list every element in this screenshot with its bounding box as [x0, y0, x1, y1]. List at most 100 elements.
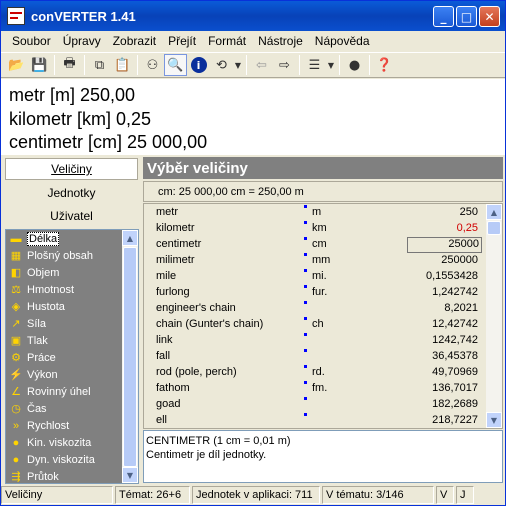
- toolbar-separator: [246, 55, 247, 75]
- category-item[interactable]: ◈ Hustota: [6, 298, 138, 315]
- glasses-icon[interactable]: ⚇: [141, 54, 164, 76]
- back-arrow-icon[interactable]: ⇦: [250, 54, 273, 76]
- unit-row[interactable]: kilometr km 0,25: [144, 221, 502, 237]
- category-item[interactable]: ◧ Objem: [6, 264, 138, 281]
- tab-uzivatel[interactable]: Uživatel: [5, 205, 138, 227]
- unit-row[interactable]: chain (Gunter's chain) ch 12,42742: [144, 317, 502, 333]
- category-item[interactable]: ⚖ Hmotnost: [6, 281, 138, 298]
- paste-icon[interactable]: 📋: [111, 54, 134, 76]
- unit-description: CENTIMETR (1 cm = 0,01 m) Centimetr je d…: [143, 430, 503, 483]
- category-item[interactable]: ◷ Čas: [6, 400, 138, 417]
- units-table[interactable]: metr m 250 kilometr km 0,25 centimetr cm 25000 mi…: [143, 203, 503, 429]
- title-bar[interactable]: conVERTER 1.41 _ □ ✕: [1, 1, 505, 31]
- refresh-icon[interactable]: ⟲: [210, 54, 233, 76]
- scroll-down-icon[interactable]: ▼: [122, 467, 138, 483]
- scroll-up-icon[interactable]: ▲: [486, 204, 502, 220]
- category-scrollbar[interactable]: ▲ ▼: [122, 230, 138, 483]
- unit-row[interactable]: metr m 250: [144, 205, 502, 221]
- window-title: conVERTER 1.41: [31, 8, 136, 24]
- close-button[interactable]: ✕: [479, 6, 500, 27]
- force-icon: ↗: [11, 318, 21, 330]
- menu-upravy[interactable]: Úpravy: [58, 34, 106, 48]
- angle-icon: ∠: [11, 386, 21, 398]
- units-scrollbar[interactable]: ▲ ▼: [486, 204, 502, 428]
- unit-row[interactable]: furlong fur. 1,242742: [144, 285, 502, 301]
- unit-row[interactable]: link 1242,742: [144, 333, 502, 349]
- category-list[interactable]: ▬ Délka ▦ Plošný obsah ◧ Objem ⚖ Hmotnost ◈ Husto…: [5, 229, 139, 484]
- scroll-thumb[interactable]: [123, 247, 137, 467]
- unit-name: fathom: [156, 382, 190, 394]
- menu-format[interactable]: Formát: [203, 34, 251, 48]
- unit-abbreviation: fm.: [312, 382, 328, 394]
- category-item[interactable]: ● Kin. viskozita: [6, 434, 138, 451]
- category-label: Výkon: [27, 368, 58, 381]
- maximize-button[interactable]: □: [456, 6, 477, 27]
- category-item[interactable]: ∠ Rovinný úhel: [6, 383, 138, 400]
- unit-value: 36,45378: [432, 350, 478, 362]
- toolbar-separator: [299, 55, 300, 75]
- unit-row[interactable]: engineer's chain 8,2021: [144, 301, 502, 317]
- zoom-icon[interactable]: 🔍: [164, 54, 187, 76]
- category-label: Plošný obsah: [27, 249, 94, 262]
- unit-row[interactable]: fathom fm. 136,7017: [144, 381, 502, 397]
- status-position: V tématu: 3/146: [322, 486, 434, 504]
- menu-prejit[interactable]: Přejít: [163, 34, 201, 48]
- density-icon: ◈: [11, 301, 21, 313]
- category-item[interactable]: ● Dyn. viskozita: [6, 451, 138, 468]
- tab-jednotky[interactable]: Jednotky: [5, 182, 138, 204]
- status-bar: Veličiny Témat: 26+6 Jednotek v aplikaci…: [1, 485, 505, 505]
- unit-name: ell: [156, 414, 168, 426]
- result-display: metr [m] 250,00 kilometr [km] 0,25 centi…: [1, 79, 505, 155]
- category-item[interactable]: ⚙ Práce: [6, 349, 138, 366]
- category-item[interactable]: ▣ Tlak: [6, 332, 138, 349]
- unit-row[interactable]: mile mi. 0,1553428: [144, 269, 502, 285]
- unit-marker: [304, 285, 307, 288]
- open-folder-icon[interactable]: 📂: [5, 54, 28, 76]
- unit-row[interactable]: milimetr mm 250000: [144, 253, 502, 269]
- speed-icon: »: [12, 419, 20, 432]
- category-item[interactable]: ⇶ Průtok: [6, 468, 138, 484]
- weight-icon: ⚖: [11, 284, 21, 296]
- category-item[interactable]: ▬ Délka: [6, 230, 138, 247]
- copy-icon[interactable]: ⧉: [88, 54, 111, 76]
- category-item[interactable]: » Rychlost: [6, 417, 138, 434]
- category-label: Délka: [27, 231, 60, 246]
- record-icon[interactable]: ●: [343, 54, 366, 76]
- scroll-down-icon[interactable]: ▼: [486, 412, 502, 428]
- conversion-formula: cm: 25 000,00 cm = 250,00 m: [143, 181, 503, 202]
- unit-row[interactable]: centimetr cm 25000: [144, 237, 502, 253]
- menu-soubor[interactable]: Soubor: [7, 34, 56, 48]
- unit-value: 136,7017: [432, 382, 478, 394]
- forward-arrow-icon[interactable]: ⇨: [273, 54, 296, 76]
- category-item[interactable]: ⚡ Výkon: [6, 366, 138, 383]
- dropdown-arrow-icon[interactable]: ▼: [233, 54, 243, 76]
- category-item[interactable]: ↗ Síla: [6, 315, 138, 332]
- tab-veliciny[interactable]: Veličiny: [5, 158, 138, 180]
- menu-nastroje[interactable]: Nástroje: [253, 34, 308, 48]
- menu-napoveda[interactable]: Nápověda: [310, 34, 375, 48]
- unit-marker: [304, 221, 307, 224]
- list-view-icon[interactable]: ☰: [303, 54, 326, 76]
- unit-abbreviation: mi.: [312, 270, 327, 282]
- info-icon[interactable]: i: [187, 54, 210, 76]
- power-icon: ⚡: [9, 369, 23, 381]
- category-label: Průtok: [27, 470, 59, 483]
- save-icon[interactable]: 💾: [28, 54, 51, 76]
- menu-zobrazit[interactable]: Zobrazit: [108, 34, 161, 48]
- print-icon[interactable]: 🖶: [58, 54, 81, 76]
- unit-row[interactable]: fall 36,45378: [144, 349, 502, 365]
- category-item[interactable]: ▦ Plošný obsah: [6, 247, 138, 264]
- unit-row[interactable]: ell 218,7227: [144, 413, 502, 428]
- drop-icon: ●: [12, 436, 20, 449]
- unit-abbreviation: fur.: [312, 286, 328, 298]
- scroll-thumb[interactable]: [487, 221, 501, 235]
- scroll-up-icon[interactable]: ▲: [122, 230, 138, 246]
- minimize-button[interactable]: _: [433, 6, 454, 27]
- help-icon[interactable]: ❓: [373, 54, 396, 76]
- unit-value: 1242,742: [432, 334, 478, 346]
- unit-row[interactable]: rod (pole, perch) rd. 49,70969: [144, 365, 502, 381]
- dropdown-arrow-icon[interactable]: ▼: [326, 54, 336, 76]
- unit-row[interactable]: goad 182,2689: [144, 397, 502, 413]
- unit-name: goad: [156, 398, 181, 410]
- unit-value: 250000: [441, 254, 478, 266]
